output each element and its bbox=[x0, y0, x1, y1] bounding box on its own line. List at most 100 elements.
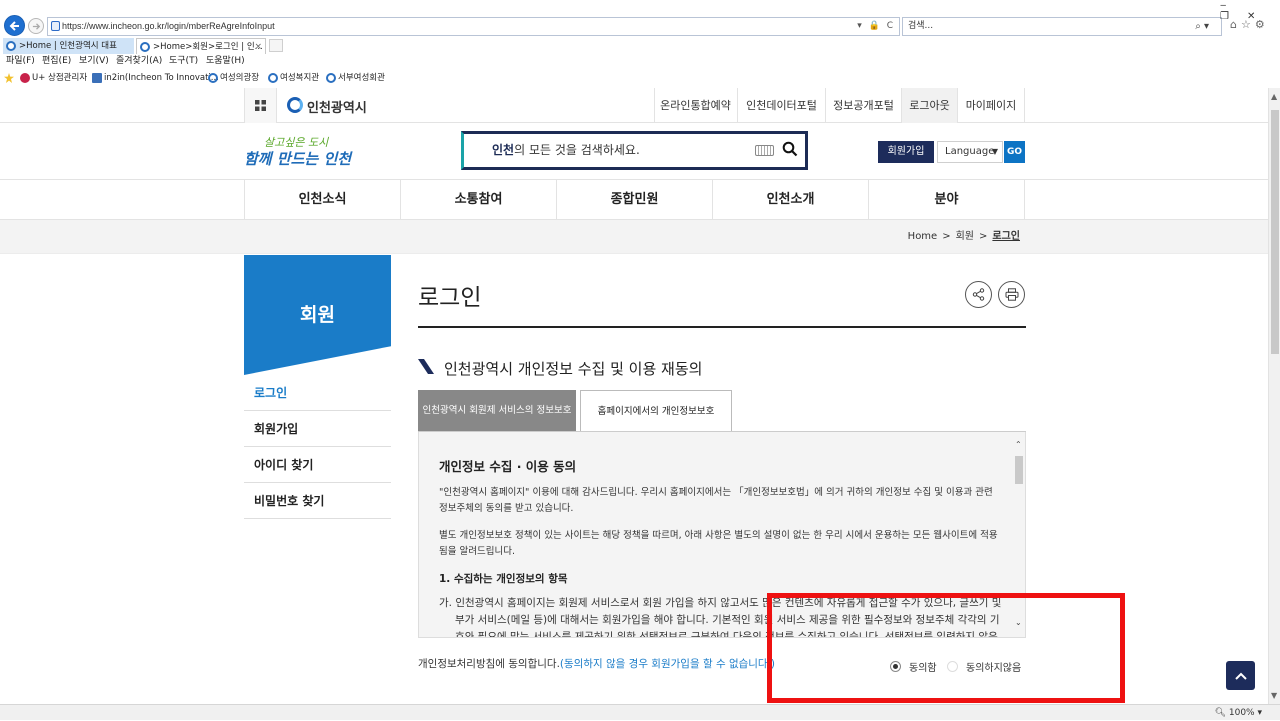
policy-scroll-box[interactable]: 개인정보 수집 · 이용 동의 "인천광역시 홈페이지" 이용에 대해 감사드립… bbox=[418, 432, 1026, 638]
page-scrollbar[interactable]: ▲ ▼ bbox=[1268, 88, 1280, 704]
address-bar-icons[interactable]: ▾ 🔒 C bbox=[857, 18, 895, 35]
breadcrumb-member[interactable]: 회원 bbox=[956, 231, 974, 242]
sidebar-item-join[interactable]: 회원가입 bbox=[244, 411, 391, 447]
browser-tab-row: >Home | 인천광역시 대표 >Home>회원>로그인 | 인... × bbox=[0, 38, 1280, 54]
side-menu-title: 회원 bbox=[300, 304, 335, 326]
menu-help[interactable]: 도움말(H) bbox=[206, 54, 245, 69]
breadcrumb-bar: Home > 회원 > 로그인 bbox=[0, 220, 1268, 254]
join-button[interactable]: 회원가입 bbox=[878, 141, 934, 163]
gnb-item-participation[interactable]: 소통참여 bbox=[400, 180, 556, 220]
arrow-right-icon bbox=[32, 22, 40, 30]
tab-homepage-privacy[interactable]: 홈페이지에서의 개인정보보호 bbox=[580, 390, 732, 431]
new-tab-button[interactable] bbox=[269, 39, 283, 52]
search-icon[interactable]: ⌕ ▾ bbox=[1195, 18, 1209, 35]
tab-close-icon[interactable]: × bbox=[254, 39, 262, 54]
favorite-item[interactable]: U+ 상점관리자 bbox=[20, 70, 87, 86]
chevron-down-icon[interactable]: ⌄ bbox=[1015, 618, 1022, 627]
forward-button[interactable] bbox=[28, 18, 44, 34]
breadcrumb-home[interactable]: Home bbox=[908, 231, 938, 242]
restore-icon[interactable]: ❐ bbox=[1220, 11, 1247, 22]
site-search-placeholder: 인천의 모든 것을 검색하세요. bbox=[492, 134, 640, 167]
grid-icon bbox=[255, 100, 266, 111]
tab-member-service-privacy[interactable]: 인천광역시 회원제 서비스의 정보보호 bbox=[418, 390, 576, 431]
menu-file[interactable]: 파일(F) bbox=[6, 54, 35, 69]
all-menu-button[interactable] bbox=[244, 88, 277, 123]
breadcrumb: Home > 회원 > 로그인 bbox=[907, 231, 1020, 242]
address-row: https://www.incheon.go.kr/login/mberReAg… bbox=[0, 15, 1280, 38]
browser-tab-home[interactable]: >Home | 인천광역시 대표 bbox=[3, 38, 134, 54]
gnb-item-news[interactable]: 인천소식 bbox=[244, 180, 400, 220]
back-button[interactable] bbox=[4, 15, 25, 36]
window-controls[interactable]: ‒❐✕ bbox=[1220, 0, 1280, 22]
gnb-item-fields[interactable]: 분야 bbox=[868, 180, 1025, 220]
site-logo[interactable]: 인천광역시 bbox=[287, 97, 367, 116]
star-icon bbox=[4, 73, 14, 83]
sidebar-item-login[interactable]: 로그인 bbox=[244, 375, 391, 411]
address-bar[interactable]: https://www.incheon.go.kr/login/mberReAg… bbox=[47, 17, 900, 36]
menu-favorites[interactable]: 즐겨찾기(A) bbox=[116, 54, 162, 69]
scrollbar-thumb[interactable] bbox=[1271, 110, 1279, 354]
zoom-level[interactable]: 🔍︎ 100% ▾ bbox=[1215, 705, 1262, 721]
site-favicon-icon bbox=[51, 21, 60, 31]
chevron-up-icon[interactable]: ⌃ bbox=[1015, 440, 1022, 449]
menu-edit[interactable]: 편집(E) bbox=[42, 54, 71, 69]
browser-tab-login[interactable]: >Home>회원>로그인 | 인... × bbox=[136, 38, 266, 54]
sidebar-item-find-id[interactable]: 아이디 찾기 bbox=[244, 447, 391, 483]
search-icon[interactable] bbox=[782, 141, 798, 157]
util-link-data-portal[interactable]: 인천데이터포털 bbox=[737, 88, 825, 123]
sidebar-item-find-password[interactable]: 비밀번호 찾기 bbox=[244, 483, 391, 519]
utility-bar: 인천광역시 온라인통합예약 인천데이터포털 정보공개포털 로그아웃 마이페이지 bbox=[0, 88, 1268, 123]
radio-agree-label[interactable]: 동의함 bbox=[909, 659, 937, 674]
close-icon[interactable]: ✕ bbox=[1247, 11, 1273, 22]
logout-link[interactable]: 로그아웃 bbox=[901, 88, 957, 123]
browser-tab-label: >Home | 인천광역시 대표 bbox=[19, 41, 117, 51]
slogan-logo[interactable]: 살고싶은 도시 함께 만드는 인천 bbox=[244, 134, 351, 170]
uplus-icon bbox=[20, 73, 30, 83]
chevron-up-icon[interactable]: ▲ bbox=[1271, 92, 1277, 101]
menu-tools[interactable]: 도구(T) bbox=[169, 54, 198, 69]
browser-chrome: https://www.incheon.go.kr/login/mberReAg… bbox=[0, 0, 1280, 88]
search-placeholder-rest: 의 모든 것을 검색하세요. bbox=[514, 143, 640, 157]
gnb-item-civil-service[interactable]: 종합민원 bbox=[556, 180, 712, 220]
menu-view[interactable]: 보기(V) bbox=[79, 54, 109, 69]
language-select[interactable]: Language ▼ bbox=[937, 141, 1003, 163]
policy-scrollbar[interactable]: ⌃ ⌄ bbox=[1012, 432, 1025, 637]
favorite-label: in2in(Incheon To Innovati... bbox=[104, 73, 219, 83]
scroll-top-button[interactable] bbox=[1226, 661, 1255, 690]
gnb-item-about[interactable]: 인천소개 bbox=[712, 180, 868, 220]
radio-agree[interactable] bbox=[890, 661, 901, 672]
status-bar: 🔍︎ 100% ▾ bbox=[0, 704, 1280, 720]
incheon-logo-icon bbox=[287, 97, 303, 113]
ie-icon bbox=[268, 73, 278, 83]
util-link-reservation[interactable]: 온라인통합예약 bbox=[654, 88, 736, 123]
breadcrumb-current[interactable]: 로그인 bbox=[992, 231, 1020, 242]
arrow-left-icon bbox=[9, 20, 19, 31]
keyboard-icon[interactable] bbox=[755, 145, 774, 156]
scrollbar-thumb[interactable] bbox=[1015, 456, 1023, 484]
print-button[interactable] bbox=[998, 281, 1025, 308]
section-mark-icon bbox=[418, 359, 434, 374]
radio-disagree[interactable] bbox=[947, 661, 958, 672]
favorite-item[interactable]: 서부여성회관 bbox=[326, 70, 385, 86]
browser-search-input[interactable]: 검색... ⌕ ▾ bbox=[902, 17, 1222, 36]
radio-disagree-label[interactable]: 동의하지않음 bbox=[966, 659, 1021, 674]
agree-warning: (동의하지 않을 경우 회원가입을 할 수 없습니다.) bbox=[559, 658, 776, 670]
mypage-link[interactable]: 마이페이지 bbox=[957, 88, 1025, 123]
favorite-item[interactable]: in2in(Incheon To Innovati... bbox=[92, 70, 219, 86]
language-label: Language bbox=[945, 146, 995, 157]
ie-icon bbox=[208, 73, 218, 83]
language-go-button[interactable]: GO bbox=[1004, 141, 1025, 163]
favorite-label: U+ 상점관리자 bbox=[32, 73, 88, 83]
minimize-icon[interactable]: ‒ bbox=[1220, 0, 1244, 11]
share-button[interactable] bbox=[965, 281, 992, 308]
policy-item: 가. 인천광역시 홈페이지는 회원제 서비스로서 회원 가입을 하지 않고서도 … bbox=[439, 597, 1002, 638]
slogan-line2: 함께 만드는 인천 bbox=[244, 150, 352, 168]
favorite-item[interactable]: 여성복지관 bbox=[268, 70, 319, 86]
util-link-info-portal[interactable]: 정보공개포털 bbox=[825, 88, 901, 123]
favorite-item[interactable]: 여성의광장 bbox=[208, 70, 259, 86]
search-keyword: 인천 bbox=[492, 143, 515, 157]
chevron-down-icon[interactable]: ▼ bbox=[1271, 691, 1277, 700]
site-search-box[interactable]: 인천의 모든 것을 검색하세요. bbox=[461, 131, 808, 170]
share-icon bbox=[972, 288, 985, 301]
tab-favicon-icon bbox=[140, 42, 150, 52]
